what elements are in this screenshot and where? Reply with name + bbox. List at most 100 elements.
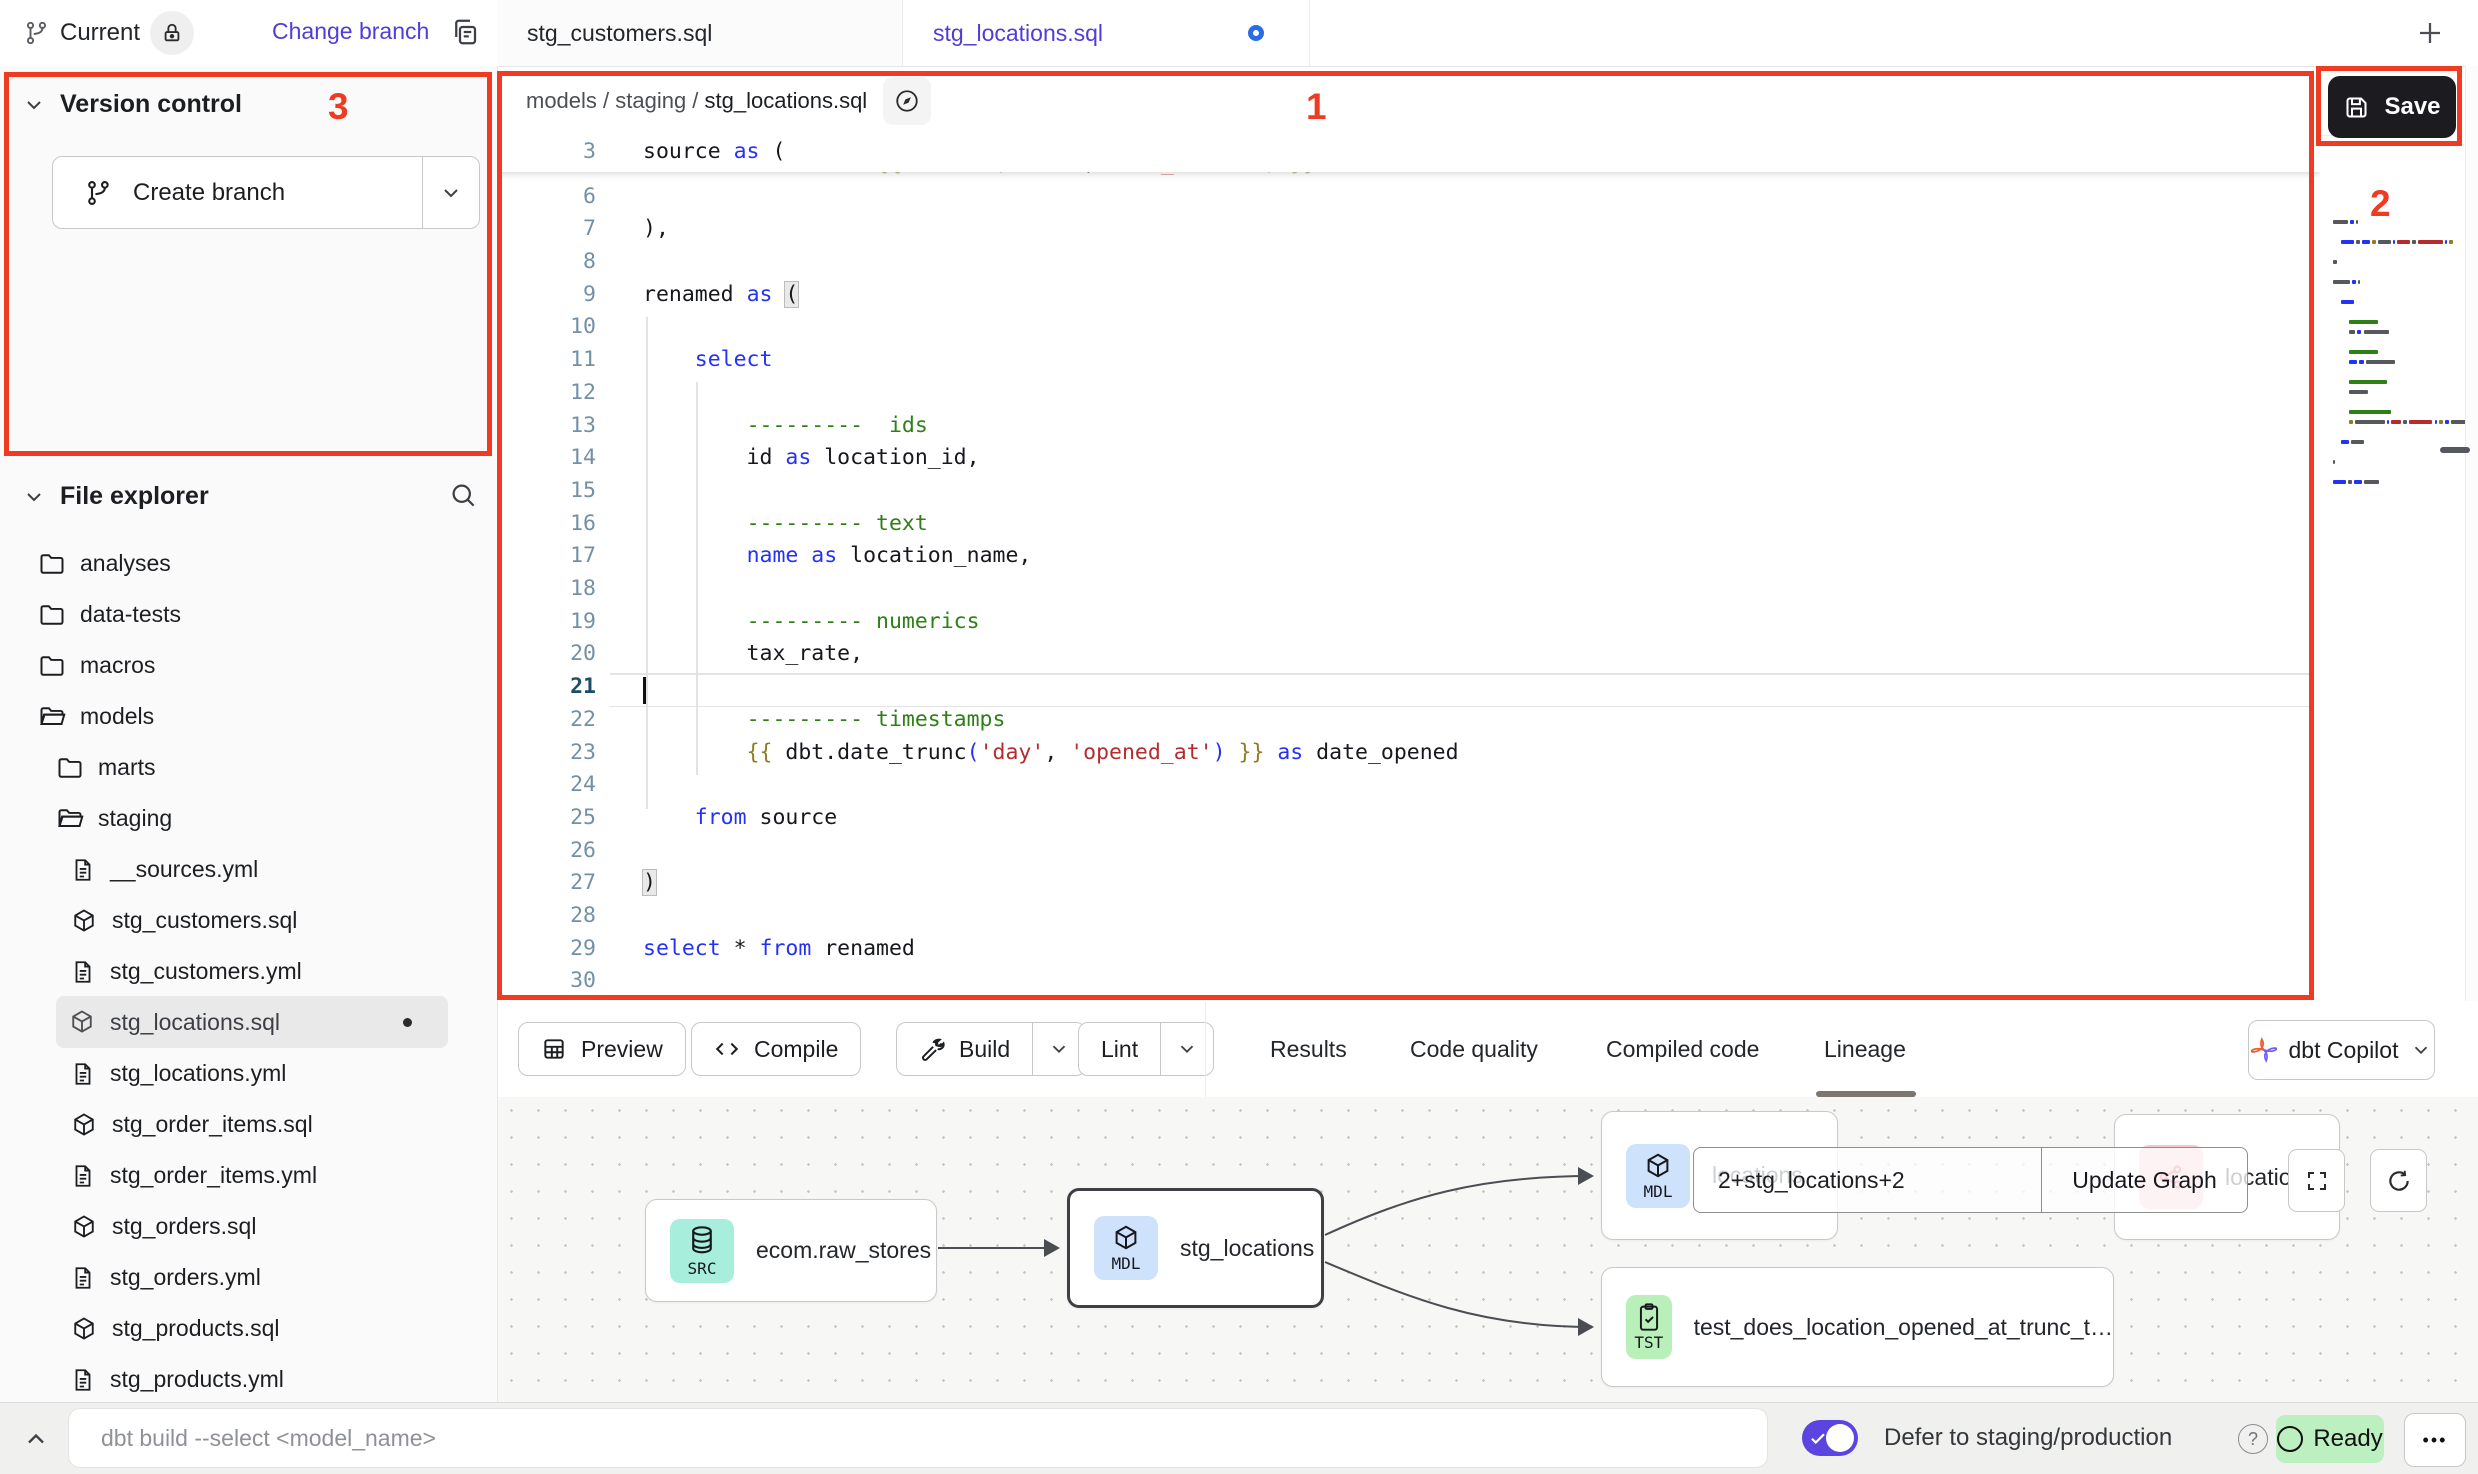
- lineage-node-test[interactable]: TSTtest_does_location_opened_at_trunc_t…: [1601, 1267, 2114, 1387]
- file-item-stg-locations-yml[interactable]: stg_locations.yml: [0, 1048, 497, 1099]
- lineage-selector-input[interactable]: 2+stg_locations+2: [1694, 1148, 2042, 1212]
- file-icon: [70, 1265, 96, 1291]
- minimap-line: [2349, 410, 2391, 414]
- editor-scrollbar[interactable]: [2465, 66, 2478, 1001]
- compile-button[interactable]: Compile: [691, 1022, 861, 1076]
- update-graph-label: Update Graph: [2072, 1167, 2216, 1194]
- file-label: models: [80, 703, 154, 730]
- search-icon[interactable]: [448, 480, 478, 510]
- lineage-search-overlay: 2+stg_locations+2 Update Graph: [1693, 1147, 2248, 1213]
- lineage-compass-icon[interactable]: [883, 77, 931, 125]
- minimap-line: [2364, 480, 2379, 484]
- tab-label: Code quality: [1410, 1036, 1538, 1063]
- ready-status-badge[interactable]: Ready: [2276, 1415, 2384, 1463]
- command-input[interactable]: dbt build --select <model_name>: [68, 1408, 1768, 1468]
- refresh-button[interactable]: [2370, 1149, 2427, 1212]
- code-line-29: select * from renamed: [643, 936, 915, 961]
- lint-button[interactable]: Lint: [1078, 1022, 1214, 1076]
- lineage-canvas[interactable]: SRCecom.raw_storesMDLstg_locationsMDLloc…: [498, 1097, 2478, 1402]
- node-label: stg_locations: [1180, 1235, 1314, 1262]
- folder-icon: [38, 601, 66, 629]
- file-item-stg-orders-sql[interactable]: stg_orders.sql: [0, 1201, 497, 1252]
- copilot-logo-icon: [2251, 1037, 2277, 1063]
- code-editor[interactable]: 5 select * from {{ source('ecom', 'raw_s…: [498, 135, 2320, 1001]
- minimap-line: [2354, 480, 2362, 484]
- minimap-line: [2366, 360, 2395, 364]
- file-icon: [70, 1367, 96, 1393]
- lineage-node-src[interactable]: SRCecom.raw_stores: [645, 1199, 937, 1302]
- minimap-line: [2333, 480, 2346, 484]
- code-line-22: --------- timestamps: [643, 707, 1005, 732]
- file-item-analyses[interactable]: analyses: [0, 538, 497, 589]
- editor-minimap[interactable]: [2325, 140, 2465, 1000]
- file-item-stg-orders-yml[interactable]: stg_orders.yml: [0, 1252, 497, 1303]
- chevron-down-icon: [439, 181, 463, 205]
- file-item-stg-order-items-sql[interactable]: stg_order_items.sql: [0, 1099, 497, 1150]
- panel-resize-handle[interactable]: [2440, 447, 2470, 453]
- breadcrumb: models / staging / stg_locations.sql: [526, 88, 867, 114]
- file-explorer-header[interactable]: File explorer: [22, 482, 209, 511]
- chevron-down-icon: [22, 93, 46, 117]
- minimap-line: [2350, 220, 2354, 224]
- model-icon: [70, 1213, 98, 1241]
- editor-header: models / staging / stg_locations.sql: [498, 67, 2338, 136]
- code-icon: [714, 1036, 740, 1062]
- version-control-header[interactable]: Version control: [22, 90, 242, 119]
- minimap-line: [2409, 420, 2432, 424]
- git-branch-icon: [85, 179, 113, 207]
- annotation-label-3: 3: [328, 86, 349, 128]
- minimap-line: [2449, 240, 2453, 244]
- line-number-18: 18: [526, 576, 596, 601]
- create-branch-dropdown[interactable]: [422, 157, 479, 228]
- build-button[interactable]: Build: [896, 1022, 1086, 1076]
- file-item-marts[interactable]: marts: [0, 742, 497, 793]
- annotation-label-1: 1: [1306, 86, 1327, 128]
- create-branch-main[interactable]: Create branch: [53, 179, 422, 207]
- tab-stg-customers[interactable]: stg_customers.sql: [497, 0, 903, 66]
- current-branch-chip[interactable]: Current: [24, 14, 194, 52]
- file-item--sources-yml[interactable]: __sources.yml: [0, 844, 497, 895]
- file-item-data-tests[interactable]: data-tests: [0, 589, 497, 640]
- copy-icon[interactable]: [450, 17, 480, 47]
- expand-console-button[interactable]: [22, 1425, 50, 1453]
- wrench-icon: [919, 1036, 945, 1062]
- update-graph-button[interactable]: Update Graph: [2042, 1148, 2247, 1212]
- tab-compiled-code[interactable]: Compiled code: [1606, 1002, 1759, 1096]
- defer-toggle[interactable]: [1802, 1420, 1858, 1456]
- minimap-line: [2391, 420, 2402, 424]
- minimap-line: [2349, 390, 2368, 394]
- line-number-25: 25: [526, 805, 596, 830]
- file-label: stg_locations.yml: [110, 1060, 286, 1087]
- new-tab-button[interactable]: [2412, 15, 2448, 51]
- file-item-stg-customers-sql[interactable]: stg_customers.sql: [0, 895, 497, 946]
- file-item-stg-products-yml[interactable]: stg_products.yml: [0, 1354, 497, 1405]
- line-number-27: 27: [526, 870, 596, 895]
- code-line-16: --------- text: [643, 511, 928, 536]
- tab-label: stg_locations.sql: [933, 20, 1103, 47]
- minimap-line: [2358, 280, 2360, 284]
- file-item-stg-customers-yml[interactable]: stg_customers.yml: [0, 946, 497, 997]
- file-item-stg-locations-sql[interactable]: stg_locations.sql: [56, 996, 448, 1048]
- more-options-button[interactable]: •••: [2404, 1413, 2466, 1467]
- tab-code-quality[interactable]: Code quality: [1410, 1002, 1538, 1096]
- tab-lineage[interactable]: Lineage: [1824, 1002, 1906, 1096]
- file-item-macros[interactable]: macros: [0, 640, 497, 691]
- model-icon: [68, 1008, 96, 1036]
- database-badge: SRC: [670, 1219, 734, 1283]
- file-item-staging[interactable]: staging: [0, 793, 497, 844]
- create-branch-button[interactable]: Create branch: [52, 156, 480, 229]
- minimap-line: [2349, 320, 2378, 324]
- lineage-node-mdl-main[interactable]: MDLstg_locations: [1067, 1188, 1324, 1308]
- minimap-line: [2412, 240, 2416, 244]
- fullscreen-button[interactable]: [2288, 1149, 2345, 1212]
- file-item-stg-products-sql[interactable]: stg_products.sql: [0, 1303, 497, 1354]
- dbt-copilot-button[interactable]: dbt Copilot: [2248, 1020, 2435, 1080]
- file-item-models[interactable]: models: [0, 691, 497, 742]
- help-icon[interactable]: ?: [2238, 1424, 2268, 1454]
- toolbar-divider: [1205, 1002, 1206, 1097]
- tab-results[interactable]: Results: [1270, 1002, 1347, 1096]
- file-item-stg-order-items-yml[interactable]: stg_order_items.yml: [0, 1150, 497, 1201]
- change-branch-link[interactable]: Change branch: [272, 18, 429, 45]
- preview-button[interactable]: Preview: [518, 1022, 686, 1076]
- save-button[interactable]: Save: [2328, 76, 2456, 138]
